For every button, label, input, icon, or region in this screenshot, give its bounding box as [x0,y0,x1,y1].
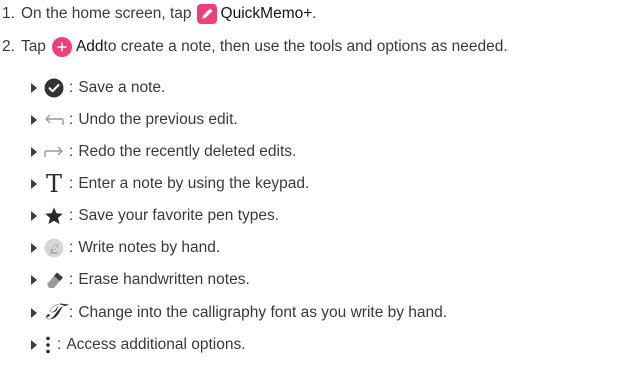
tool-item-undo: : Undo the previous edit. [31,108,238,132]
tool-item-more: : Access additional options. [31,333,246,357]
separator: : [69,207,74,224]
tool-description: Change into the calligraphy font as you … [78,304,448,321]
separator: : [69,175,74,192]
checkmark-save-icon [43,76,65,100]
separator: : [69,239,74,256]
bullet-triangle-icon [31,147,37,157]
tool-item-eraser: : Erase handwritten notes. [31,268,250,292]
bullet-triangle-icon [31,275,37,285]
tool-description: Redo the recently deleted edits. [78,143,297,160]
redo-arrow-icon [43,140,65,164]
pen-handwriting-icon [43,236,65,260]
step-2: 2. Tap Add to create a note, then use th… [2,35,508,59]
step-1: 1. On the home screen, tap QuickMemo+ . [2,2,317,26]
bullet-triangle-icon [31,340,37,350]
bullet-triangle-icon [31,211,37,221]
step-number: 1. [2,5,15,22]
tool-description: Access additional options. [66,336,246,353]
tool-item-calligraphy: 𝒯 : Change into the calligraphy font as … [31,301,447,325]
tool-description: Erase handwritten notes. [78,271,250,288]
bullet-triangle-icon [31,243,37,253]
separator: : [69,143,74,160]
separator: : [69,304,74,321]
tool-description: Save a note. [78,79,166,96]
tool-description: Enter a note by using the keypad. [78,175,310,192]
app-label-quickmemo: QuickMemo+ [220,5,313,22]
tool-item-favorites: : Save your favorite pen types. [31,204,279,228]
separator: : [57,336,62,353]
separator: : [69,79,74,96]
step-number: 2. [2,38,15,55]
bullet-triangle-icon [31,179,37,189]
quickmemo-pencil-icon [196,4,217,24]
tool-item-keypad: T : Enter a note by using the keypad. [31,172,309,196]
separator: : [69,111,74,128]
eraser-icon [43,268,65,292]
bullet-triangle-icon [31,115,37,125]
step-text: On the home screen, tap [20,5,192,22]
text-t-icon: T [45,170,62,198]
tool-description: Undo the previous edit. [78,111,238,128]
step-text-end: . [312,5,317,22]
tool-description: Save your favorite pen types. [78,207,280,224]
tool-item-save: : Save a note. [31,76,165,100]
step-text: Tap [20,38,46,55]
tool-item-redo: : Redo the recently deleted edits. [31,140,296,164]
more-options-icon [43,333,53,357]
calligraphy-font-icon: 𝒯 [45,300,63,325]
add-plus-icon [51,37,72,57]
undo-arrow-icon [43,108,65,132]
bullet-triangle-icon [31,308,37,318]
star-icon [43,204,65,228]
separator: : [69,271,74,288]
tool-description: Write notes by hand. [78,239,221,256]
step-text-end: to create a note, then use the tools and… [103,38,508,55]
app-label-add: Add [75,38,104,55]
bullet-triangle-icon [31,83,37,93]
tool-item-handwrite: : Write notes by hand. [31,236,220,260]
